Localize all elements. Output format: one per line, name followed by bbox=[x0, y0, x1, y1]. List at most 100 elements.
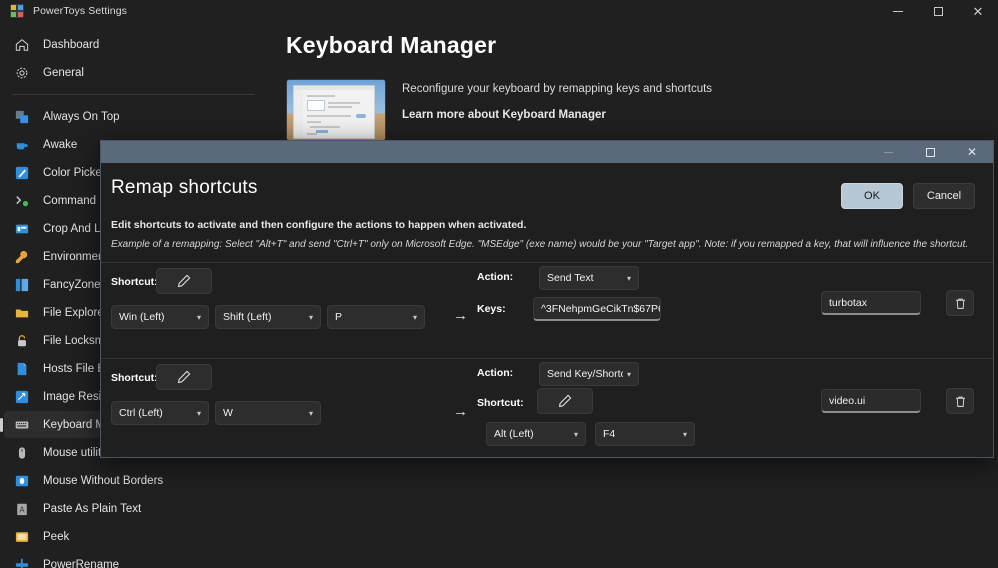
trash-icon bbox=[955, 396, 965, 407]
sidebar-item-label: Paste As Plain Text bbox=[43, 502, 142, 515]
powertoys-settings-window: PowerToys Settings ✕ Dashboard General A… bbox=[0, 0, 998, 568]
combo-value: F4 bbox=[603, 428, 616, 440]
arrow-right-icon: → bbox=[453, 403, 468, 420]
close-icon: ✕ bbox=[966, 145, 978, 159]
delete-remap-button[interactable] bbox=[946, 290, 974, 316]
window-title: PowerToys Settings bbox=[33, 5, 128, 17]
window-controls: ✕ bbox=[878, 0, 998, 22]
send-text-value: ^3FNehpmGeCikTn$67P6$XiD bbox=[541, 302, 660, 315]
edit-target-shortcut-button[interactable] bbox=[537, 388, 593, 414]
dialog-close-button[interactable]: ✕ bbox=[951, 141, 993, 163]
learn-more-link[interactable]: Learn more about Keyboard Manager bbox=[402, 109, 712, 121]
keyboard-icon bbox=[14, 417, 30, 433]
shortcut-label: Shortcut: bbox=[111, 276, 158, 288]
shortcut-key-combo-3[interactable]: P ▾ bbox=[327, 305, 425, 329]
always-on-top-icon bbox=[14, 109, 30, 125]
image-resizer-icon bbox=[14, 389, 30, 405]
combo-value: Ctrl (Left) bbox=[119, 407, 163, 419]
maximize-icon bbox=[925, 147, 935, 157]
svg-text:A: A bbox=[19, 505, 25, 514]
combo-value: Send Text bbox=[547, 272, 594, 284]
target-app-input[interactable]: turbotax bbox=[821, 291, 921, 315]
sidebar-item-label: Always On Top bbox=[43, 110, 120, 123]
sidebar-item-label: General bbox=[43, 66, 84, 79]
peek-icon bbox=[14, 529, 30, 545]
pencil-icon bbox=[177, 370, 191, 384]
combo-value: Win (Left) bbox=[119, 311, 165, 323]
sidebar-item-label: Awake bbox=[43, 138, 78, 151]
combo-value: P bbox=[335, 311, 343, 323]
folder-icon bbox=[14, 305, 30, 321]
mouse-icon bbox=[14, 445, 30, 461]
trash-icon bbox=[955, 298, 965, 309]
action-label: Action: bbox=[477, 367, 514, 379]
combo-value: W bbox=[223, 407, 233, 419]
remap-row-2: Shortcut: Ctrl (Left) ▾ W ▾ → Action: Se… bbox=[101, 358, 993, 457]
terminal-icon bbox=[14, 193, 30, 209]
page-title: Keyboard Manager bbox=[286, 32, 497, 58]
padlock-icon bbox=[14, 333, 30, 349]
sidebar-item-paste-as-plain-text[interactable]: A Paste As Plain Text bbox=[4, 495, 264, 522]
cancel-button[interactable]: Cancel bbox=[913, 183, 975, 209]
combo-value: Alt (Left) bbox=[494, 428, 534, 440]
chevron-down-icon: ▾ bbox=[626, 273, 631, 283]
home-icon bbox=[14, 37, 30, 53]
dialog-maximize-button[interactable] bbox=[909, 141, 951, 163]
minimize-icon bbox=[893, 10, 903, 12]
coffee-cup-icon bbox=[14, 137, 30, 153]
remap-shortcuts-dialog: ✕ Remap shortcuts OK Cancel Edit shortcu… bbox=[100, 140, 994, 458]
arrow-right-icon: → bbox=[453, 307, 468, 324]
shortcut-key-combo-2[interactable]: W ▾ bbox=[215, 401, 321, 425]
dialog-action-buttons: OK Cancel bbox=[841, 177, 975, 209]
ok-button[interactable]: OK bbox=[841, 183, 903, 209]
document-icon bbox=[14, 361, 30, 377]
gear-icon bbox=[14, 65, 30, 81]
send-text-input[interactable]: ^3FNehpmGeCikTn$67P6$XiD bbox=[533, 297, 661, 321]
shortcut-key-combo-1[interactable]: Win (Left) ▾ bbox=[111, 305, 209, 329]
combo-value: Send Key/Shortcu bbox=[547, 368, 623, 380]
dialog-title: Remap shortcuts bbox=[111, 177, 258, 198]
combo-value: Shift (Left) bbox=[223, 311, 272, 323]
sidebar-item-dashboard[interactable]: Dashboard bbox=[4, 31, 264, 58]
dialog-titlebar: ✕ bbox=[101, 141, 993, 163]
shortcut-key-combo-2[interactable]: Shift (Left) ▾ bbox=[215, 305, 321, 329]
shortcut-key-combo-1[interactable]: Ctrl (Left) ▾ bbox=[111, 401, 209, 425]
edit-shortcut-button[interactable] bbox=[156, 268, 212, 294]
maximize-button[interactable] bbox=[918, 0, 958, 22]
chevron-down-icon: ▾ bbox=[626, 369, 631, 379]
target-app-value: video.ui bbox=[829, 394, 866, 407]
edit-shortcut-button[interactable] bbox=[156, 364, 212, 390]
powertoys-app-icon bbox=[10, 4, 24, 18]
powerrename-icon bbox=[14, 557, 30, 568]
window-titlebar: PowerToys Settings ✕ bbox=[0, 0, 998, 22]
target-key-combo-1[interactable]: Alt (Left) ▾ bbox=[486, 422, 586, 446]
action-select[interactable]: Send Text ▾ bbox=[539, 266, 639, 290]
pencil-icon bbox=[558, 394, 572, 408]
minimize-button[interactable] bbox=[878, 0, 918, 22]
close-button[interactable]: ✕ bbox=[958, 0, 998, 22]
module-description: Reconfigure your keyboard by remapping k… bbox=[402, 83, 713, 95]
sidebar-item-general[interactable]: General bbox=[4, 59, 264, 86]
color-picker-icon bbox=[14, 165, 30, 181]
chevron-down-icon: ▾ bbox=[308, 408, 313, 418]
dialog-header: Remap shortcuts OK Cancel bbox=[101, 163, 993, 209]
sidebar-item-mouse-without-borders[interactable]: Mouse Without Borders bbox=[4, 467, 264, 494]
target-key-combo-2[interactable]: F4 ▾ bbox=[595, 422, 695, 446]
sidebar-divider bbox=[12, 94, 254, 95]
sidebar-item-always-on-top[interactable]: Always On Top bbox=[4, 103, 264, 130]
wrench-icon bbox=[14, 249, 30, 265]
sidebar-item-powerrename[interactable]: PowerRename bbox=[4, 551, 264, 568]
sidebar-item-peek[interactable]: Peek bbox=[4, 523, 264, 550]
dialog-minimize-button[interactable] bbox=[867, 141, 909, 163]
mouse-without-borders-icon bbox=[14, 473, 30, 489]
keyboard-manager-preview-image bbox=[286, 79, 386, 141]
action-label: Action: bbox=[477, 271, 514, 283]
chevron-down-icon: ▾ bbox=[682, 429, 687, 439]
minimize-icon bbox=[883, 151, 893, 153]
delete-remap-button[interactable] bbox=[946, 388, 974, 414]
action-select[interactable]: Send Key/Shortcu ▾ bbox=[539, 362, 639, 386]
target-app-input[interactable]: video.ui bbox=[821, 389, 921, 413]
shortcut-label: Shortcut: bbox=[111, 372, 158, 384]
chevron-down-icon: ▾ bbox=[308, 312, 313, 322]
chevron-down-icon: ▾ bbox=[196, 312, 201, 322]
